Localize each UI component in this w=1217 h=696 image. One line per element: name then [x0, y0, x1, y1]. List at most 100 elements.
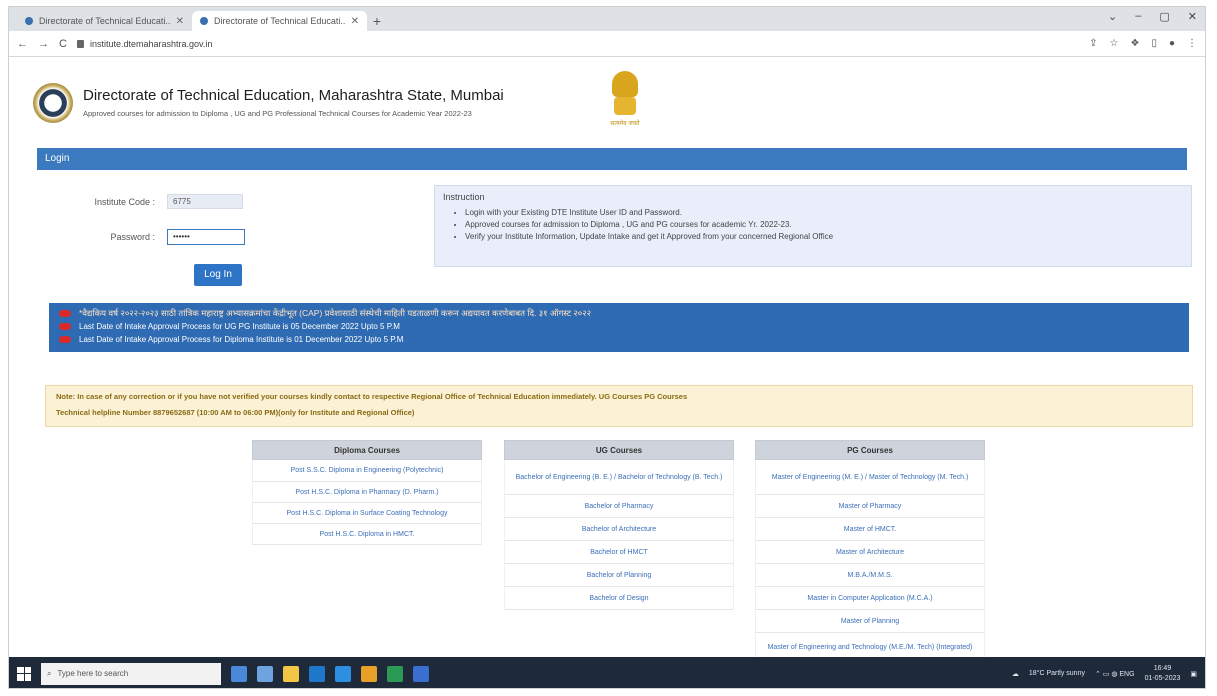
- instruction-heading: Instruction: [443, 192, 485, 202]
- note-line-1: Note: In case of any correction or if yo…: [56, 392, 688, 401]
- helpline-note: Note: In case of any correction or if yo…: [45, 385, 1193, 427]
- course-link[interactable]: Bachelor of Design: [504, 587, 734, 610]
- tab-title: Directorate of Technical Educati...: [39, 16, 170, 26]
- app-icon[interactable]: [413, 665, 429, 682]
- notice-row: Last Date of Intake Approval Process for…: [59, 320, 1179, 333]
- course-link[interactable]: Post H.S.C. Diploma in Pharmacy (D. Phar…: [252, 482, 482, 503]
- page-title: Directorate of Technical Education, Maha…: [83, 87, 504, 104]
- notice-text[interactable]: Last Date of Intake Approval Process for…: [79, 335, 403, 344]
- course-link[interactable]: M.B.A./M.M.S.: [755, 564, 985, 587]
- course-link[interactable]: Master of Engineering (M. E.) / Master o…: [755, 460, 985, 495]
- close-tab-icon[interactable]: ✕: [176, 16, 184, 27]
- task-view-icon[interactable]: [231, 665, 247, 682]
- course-link[interactable]: Master of Pharmacy: [755, 495, 985, 518]
- instruction-item: Verify your Institute Information, Updat…: [465, 232, 1183, 241]
- edge-icon[interactable]: [335, 665, 351, 682]
- national-emblem: सत्यमेव जयते: [608, 71, 642, 135]
- dte-logo: [33, 83, 73, 123]
- reload-button[interactable]: C: [59, 38, 67, 50]
- folder-icon[interactable]: [283, 665, 299, 682]
- favicon-icon: [200, 17, 208, 25]
- note-line-2: Technical helpline Number 8879652687 (10…: [56, 408, 415, 417]
- menu-icon[interactable]: ⋮: [1187, 38, 1197, 49]
- tab-search-icon[interactable]: ⌄: [1108, 10, 1117, 23]
- site-header: Directorate of Technical Education, Maha…: [33, 71, 933, 141]
- course-link[interactable]: Bachelor of Pharmacy: [504, 495, 734, 518]
- extensions-icon[interactable]: ❖: [1130, 38, 1139, 49]
- new-badge-icon: [59, 336, 71, 343]
- profile-icon[interactable]: ●: [1169, 38, 1175, 49]
- password-input[interactable]: ••••••: [167, 229, 245, 245]
- course-link[interactable]: Master in Computer Application (M.C.A.): [755, 587, 985, 610]
- tab-strip: Directorate of Technical Educati... ✕ Di…: [9, 7, 1205, 31]
- login-section-bar: Login: [37, 148, 1187, 170]
- page-subtitle: Approved courses for admission to Diplom…: [83, 109, 472, 118]
- browser-tab-2[interactable]: Directorate of Technical Educati... ✕: [192, 11, 367, 31]
- window-controls: ⌄ – ▢ ✕: [1108, 10, 1197, 23]
- system-tray: ☁ 18°C Partly sunny ⌃ ▭ ◍ ENG 16:49 01-0…: [1012, 664, 1197, 684]
- close-tab-icon[interactable]: ✕: [351, 16, 359, 27]
- browser-window: Directorate of Technical Educati... ✕ Di…: [8, 6, 1206, 689]
- explorer-icon[interactable]: [257, 665, 273, 682]
- diploma-courses-header: Diploma Courses: [252, 440, 482, 460]
- tray-icons[interactable]: ⌃ ▭ ◍ ENG: [1095, 670, 1135, 678]
- back-button[interactable]: ←: [17, 38, 28, 50]
- forward-button[interactable]: →: [38, 38, 49, 50]
- instruction-item: Approved courses for admission to Diplom…: [465, 220, 1183, 229]
- course-link[interactable]: Post S.S.C. Diploma in Engineering (Poly…: [252, 460, 482, 482]
- notice-row: Last Date of Intake Approval Process for…: [59, 333, 1179, 346]
- course-link[interactable]: Bachelor of HMCT: [504, 541, 734, 564]
- browser-tab-1[interactable]: Directorate of Technical Educati... ✕: [17, 11, 192, 31]
- taskbar-search-box[interactable]: ⌕ Type here to search: [41, 662, 221, 685]
- login-button[interactable]: Log In: [194, 264, 242, 286]
- weather-icon: ☁: [1011, 670, 1019, 678]
- notice-row: *वैद्यकिय वर्ष २०२२-२०२३ साठी तांत्रिक म…: [59, 307, 1179, 320]
- excel-icon[interactable]: [387, 665, 403, 682]
- diploma-courses-table: Diploma Courses Post S.S.C. Diploma in E…: [252, 440, 482, 545]
- course-link[interactable]: Bachelor of Planning: [504, 564, 734, 587]
- instruction-list: Login with your Existing DTE Institute U…: [443, 208, 1183, 241]
- search-icon: ⌕: [47, 668, 52, 678]
- course-link[interactable]: Master of HMCT.: [755, 518, 985, 541]
- sidebar-icon[interactable]: ▯: [1151, 38, 1157, 49]
- pg-courses-table: PG Courses Master of Engineering (M. E.)…: [755, 440, 985, 663]
- bookmark-star-icon[interactable]: ☆: [1110, 38, 1119, 49]
- weather-text[interactable]: 18°C Partly sunny: [1029, 670, 1085, 677]
- clock-time: 16:49: [1153, 664, 1172, 672]
- course-link[interactable]: Master of Architecture: [755, 541, 985, 564]
- instruction-item: Login with your Existing DTE Institute U…: [465, 208, 1183, 217]
- windows-start-icon[interactable]: [17, 666, 31, 681]
- url-field[interactable]: institute.dtemaharashtra.gov.in: [76, 38, 213, 49]
- favicon-icon: [25, 17, 33, 25]
- chrome-icon[interactable]: [361, 665, 377, 682]
- share-icon[interactable]: ⇪: [1089, 38, 1097, 49]
- course-link[interactable]: Bachelor of Architecture: [504, 518, 734, 541]
- page-content: Directorate of Technical Education, Maha…: [23, 63, 1195, 663]
- notice-banner: *वैद्यकिय वर्ष २०२२-२०२३ साठी तांत्रिक म…: [49, 303, 1189, 352]
- new-tab-button[interactable]: +: [367, 11, 387, 31]
- institute-code-input[interactable]: 6775: [167, 194, 243, 209]
- clock-date: 01-05-2023: [1144, 674, 1181, 682]
- windows-taskbar: ⌕ Type here to search ☁ 18°C Partly sunn…: [9, 657, 1205, 688]
- maximize-button[interactable]: ▢: [1159, 10, 1169, 23]
- browser-toolbar-icons: ⇪ ☆ ❖ ▯ ● ⋮: [1089, 38, 1197, 49]
- course-link[interactable]: Post H.S.C. Diploma in Surface Coating T…: [252, 503, 482, 524]
- clock[interactable]: 16:49 01-05-2023: [1145, 664, 1181, 684]
- course-link[interactable]: Post H.S.C. Diploma in HMCT.: [252, 524, 482, 545]
- ug-courses-header: UG Courses: [504, 440, 734, 460]
- minimize-button[interactable]: –: [1135, 10, 1141, 23]
- ug-courses-table: UG Courses Bachelor of Engineering (B. E…: [504, 440, 734, 610]
- store-icon[interactable]: [309, 665, 325, 682]
- url-text: institute.dtemaharashtra.gov.in: [89, 38, 213, 49]
- course-link[interactable]: Master of Planning: [755, 610, 985, 633]
- notice-text[interactable]: Last Date of Intake Approval Process for…: [79, 322, 400, 331]
- password-label: Password :: [110, 232, 155, 242]
- notifications-icon[interactable]: ▣: [1190, 670, 1197, 678]
- institute-code-label: Institute Code :: [94, 197, 155, 207]
- notice-text[interactable]: *वैद्यकिय वर्ष २०२२-२०२३ साठी तांत्रिक म…: [79, 308, 591, 319]
- close-window-button[interactable]: ✕: [1188, 10, 1197, 23]
- instruction-box: Instruction Login with your Existing DTE…: [434, 185, 1192, 267]
- emblem-motto: सत्यमेव जयते: [610, 121, 640, 127]
- course-link[interactable]: Bachelor of Engineering (B. E.) / Bachel…: [504, 460, 734, 495]
- address-bar-row: ← → C institute.dtemaharashtra.gov.in ⇪ …: [9, 31, 1205, 57]
